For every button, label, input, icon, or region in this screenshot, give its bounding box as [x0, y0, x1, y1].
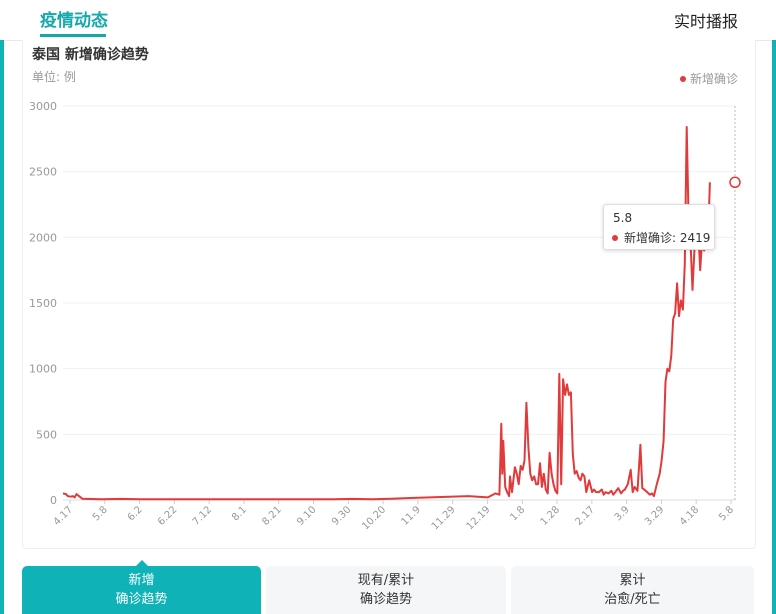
x-tick-label: 8.1	[230, 504, 249, 523]
tab-new-line2: 确诊趋势	[115, 592, 168, 607]
chart-gridlines	[63, 105, 735, 501]
tab-current-cumulative-trend[interactable]: 现有/累计 确诊趋势	[266, 566, 506, 614]
tooltip-dot-icon	[612, 234, 618, 241]
y-tick-label: 0	[50, 494, 57, 507]
line-chart[interactable]: 0 500 1000 1500 2000 2500 3000 4.17 5.8 6.2 6.22 7…	[0, 0, 776, 614]
chart-tooltip: 5.8 新增确诊: 2419	[603, 204, 715, 250]
chart-series	[62, 126, 741, 501]
tab-current-line2: 确诊趋势	[359, 592, 412, 607]
x-tick-label: 5.8	[91, 504, 110, 523]
tooltip-value: 新增确诊: 2419	[624, 231, 711, 245]
tab-new-confirmed-trend[interactable]: 新增 确诊趋势	[22, 566, 261, 614]
tab-current-line1: 现有/累计	[357, 573, 415, 588]
y-tick-label: 2000	[29, 231, 57, 244]
x-tick-label: 6.2	[126, 504, 145, 523]
x-tick-label: 3.9	[613, 504, 632, 523]
x-tick-label: 11.29	[430, 504, 458, 532]
y-tick-label: 1000	[29, 363, 57, 376]
x-tick-label: 3.29	[643, 504, 667, 528]
x-tick-label: 12.19	[465, 504, 493, 532]
highlighted-data-point	[729, 176, 741, 189]
tooltip-row: 新增确诊: 2419	[612, 229, 710, 246]
x-tick-label: 9.10	[295, 504, 319, 528]
y-axis-ticks: 0 500 1000 1500 2000 2500 3000	[29, 100, 57, 507]
x-tick-label: 6.22	[156, 504, 180, 528]
tab-new-line1: 新增	[128, 573, 155, 588]
x-tick-label: 11.9	[399, 504, 423, 528]
bottom-tab-bar: 新增 确诊趋势 现有/累计 确诊趋势 累计 治愈/死亡	[22, 566, 754, 614]
series-line-new-confirmed	[62, 126, 711, 501]
tooltip-date: 5.8	[613, 211, 633, 225]
x-tick-label: 2.17	[573, 504, 597, 528]
x-tick-label: 1.8	[508, 504, 527, 523]
x-tick-label: 8.21	[260, 504, 284, 528]
y-tick-label: 2500	[29, 166, 57, 179]
x-tick-label: 1.28	[539, 504, 563, 528]
y-tick-label: 3000	[29, 100, 57, 113]
x-tick-label: 4.17	[52, 504, 76, 528]
y-tick-label: 500	[36, 428, 57, 441]
y-tick-label: 1500	[29, 297, 57, 310]
x-tick-label: 9.30	[330, 504, 354, 528]
tab-cumulative-line2: 治愈/死亡	[604, 592, 661, 607]
x-axis: 4.17 5.8 6.2 6.22 7.12 8.1 8.21 9.10 9.30 10.20 11…	[52, 106, 736, 532]
x-tick-label: 10.20	[360, 504, 388, 532]
tab-cured-deaths[interactable]: 累计 治愈/死亡	[511, 566, 754, 614]
x-tick-label: 5.8	[717, 504, 736, 523]
x-tick-label: 7.12	[191, 504, 215, 528]
tab-cumulative-line1: 累计	[619, 573, 646, 588]
x-tick-label: 4.18	[678, 504, 702, 528]
